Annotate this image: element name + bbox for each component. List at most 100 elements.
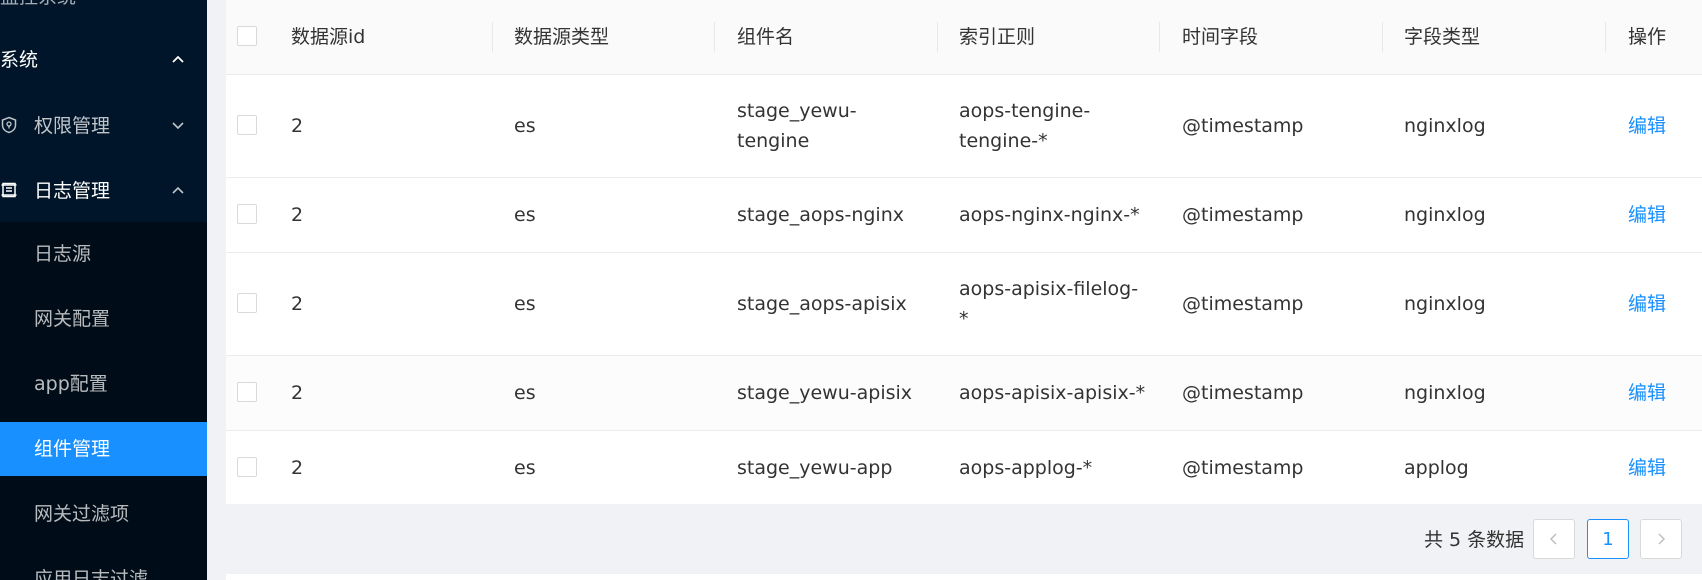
cell-component-name: stage_yewu-tengine [737,75,857,177]
row-checkbox[interactable] [237,293,257,313]
cell-index-regex: aops-applog-* [959,431,1092,504]
cell-field-type: nginxlog [1404,75,1486,177]
cell-text: es [514,204,536,226]
table-row: 2 es stage_yewu-app aops-applog-* @times… [226,431,1702,504]
column-header-datasource-type[interactable]: 数据源类型 [514,0,609,74]
cell-text: stage_yewu-app [737,456,893,479]
pagination-page-current[interactable]: 1 [1587,519,1629,559]
cell-index-regex: aops-apisix-filelog- * [959,253,1138,355]
cell-index-regex: aops-nginx-nginx-* [959,178,1140,252]
edit-link[interactable]: 编辑 [1628,111,1666,141]
cell-text: 2 [291,204,304,226]
shield-icon [1,116,17,133]
edit-link[interactable]: 编辑 [1628,200,1666,230]
cell-text: applog [1404,456,1469,479]
sidebar-cut-label[interactable]: 监控系统 [0,0,76,12]
sidebar-group-permission-label: 权限管理 [34,115,111,137]
cell-text: 2 [291,456,304,479]
sidebar-group-system-label: 系统 [0,49,39,71]
pagination-next-button[interactable] [1640,519,1682,559]
sidebar-item-gateway-config[interactable]: 网关配置 [0,292,207,346]
column-divider [937,22,938,52]
log-icon [1,182,17,197]
component-table: 数据源id 数据源类型 组件名 索引正则 时间字段 字段类型 操作 2 es s… [226,0,1702,504]
cell-text: stage_aops-nginx [737,204,904,226]
column-divider [1605,22,1606,52]
cell-datasource-id: 2 [291,178,303,252]
sidebar-item-log-source[interactable]: 日志源 [0,227,207,281]
column-header-datasource-id[interactable]: 数据源id [291,0,365,74]
sidebar-group-system[interactable]: 系统 [0,25,207,92]
cell-text: nginxlog [1404,382,1486,404]
cell-time-field: @timestamp [1182,253,1304,355]
sidebar-item-gateway-filter[interactable]: 网关过滤项 [0,487,207,541]
cell-text: stage_aops-apisix [737,293,907,315]
cell-text-line: tengine [737,130,810,152]
cell-text: @timestamp [1182,382,1304,404]
edit-link[interactable]: 编辑 [1628,378,1666,408]
row-checkbox[interactable] [237,457,257,477]
pagination-prev-button[interactable] [1533,519,1575,559]
row-checkbox[interactable] [237,115,257,135]
edit-link[interactable]: 编辑 [1628,289,1666,319]
column-divider [1382,22,1383,52]
cell-text-line: * [959,308,969,330]
cell-datasource-id: 2 [291,431,303,504]
cell-text: 2 [291,115,304,137]
column-divider [492,22,493,52]
table-row: 2 es stage_yewu-apisix aops-apisix-apisi… [226,356,1702,431]
cell-component-name: stage_yewu-apisix [737,356,912,430]
chevron-right-icon [1658,533,1666,545]
cell-text: es [514,456,536,479]
cell-text: nginxlog [1404,204,1486,226]
cell-text-line: aops-apisix-filelog- [959,278,1139,300]
column-header-time-field[interactable]: 时间字段 [1182,0,1258,74]
sidebar-item-component-management[interactable]: 组件管理 [0,422,207,476]
cell-text: stage_yewu-apisix [737,382,913,404]
sidebar-item-app-config[interactable]: app配置 [0,357,207,411]
cell-text: nginxlog [1404,115,1486,137]
cell-datasource-type: es [514,431,536,504]
sidebar-item-app-log-filter[interactable]: 应用日志过滤 [0,552,207,580]
edit-link[interactable]: 编辑 [1628,453,1666,483]
column-header-field-type[interactable]: 字段类型 [1404,0,1480,74]
table-header: 数据源id 数据源类型 组件名 索引正则 时间字段 字段类型 操作 [226,0,1702,75]
cell-index-regex: aops-apisix-apisix-* [959,356,1145,430]
cell-text: @timestamp [1182,456,1304,479]
sidebar-group-logs-label: 日志管理 [34,180,111,202]
cell-text: es [514,115,536,137]
table-row: 2 es stage_aops-apisix aops-apisix-filel… [226,253,1702,356]
cell-datasource-id: 2 [291,253,303,355]
cell-field-type: nginxlog [1404,356,1486,430]
cell-time-field: @timestamp [1182,178,1304,252]
sidebar-group-permission[interactable]: 权限管理 [0,92,207,157]
cell-text-line: aops-tengine- [959,100,1091,122]
cell-time-field: @timestamp [1182,75,1304,177]
sidebar: 监控系统 系统 权限管理 日志管理 日志源 网关配置 app配置 组件管理 网关… [0,0,207,580]
cell-text-line: tengine-* [959,130,1048,152]
cell-actions: 编辑 [1628,75,1666,177]
column-header-component-name[interactable]: 组件名 [737,0,794,74]
select-all-checkbox[interactable] [237,26,257,46]
column-header-index-regex[interactable]: 索引正则 [959,0,1035,74]
cell-text: 2 [291,293,304,315]
cell-text: @timestamp [1182,204,1304,226]
cell-datasource-id: 2 [291,75,303,177]
row-checkbox[interactable] [237,204,257,224]
cell-component-name: stage_aops-nginx [737,178,904,252]
cell-actions: 编辑 [1628,356,1666,430]
cell-actions: 编辑 [1628,431,1666,504]
row-checkbox[interactable] [237,382,257,402]
cell-text-line: stage_yewu- [737,100,857,122]
cell-field-type: nginxlog [1404,253,1486,355]
column-divider [714,22,715,52]
sidebar-group-logs[interactable]: 日志管理 [0,157,207,222]
chevron-down-icon [172,121,184,129]
cell-text: @timestamp [1182,115,1304,137]
column-header-actions: 操作 [1628,26,1667,48]
cell-time-field: @timestamp [1182,431,1304,504]
cell-text: @timestamp [1182,293,1304,315]
sidebar-submenu-logs: 日志源 网关配置 app配置 组件管理 网关过滤项 应用日志过滤 [0,222,207,580]
cell-text: aops-nginx-nginx-* [959,204,1140,226]
cell-field-type: applog [1404,431,1469,504]
